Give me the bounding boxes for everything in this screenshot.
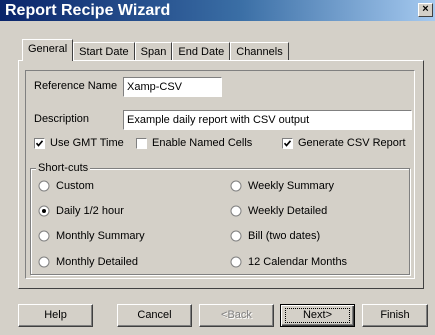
tab-channels[interactable]: Channels (230, 42, 289, 61)
radio-label: 12 Calendar Months (248, 256, 348, 268)
radio-unselected-icon (38, 230, 50, 242)
radio-monthly-summary[interactable]: Monthly Summary (38, 230, 145, 242)
button-label: Cancel (137, 309, 172, 321)
button-label: Next> (302, 309, 333, 321)
reference-name-input[interactable] (124, 78, 221, 96)
next-button[interactable]: Next> (280, 304, 355, 327)
tab-label: End Date (178, 46, 225, 58)
radio-selected-icon (38, 205, 50, 217)
help-button[interactable]: Help (18, 304, 93, 327)
check-icon (283, 139, 292, 147)
radio-daily-half-hour[interactable]: Daily 1/2 hour (38, 205, 124, 217)
radio-unselected-icon (38, 256, 50, 268)
close-icon: × (422, 3, 429, 15)
enable-named-cells-checkbox[interactable]: Enable Named Cells (136, 137, 252, 149)
tab-end-date[interactable]: End Date (172, 42, 231, 61)
generate-csv-checkbox[interactable]: Generate CSV Report (282, 137, 406, 149)
radio-unselected-icon (230, 230, 242, 242)
checkbox-box[interactable] (136, 137, 147, 149)
use-gmt-label: Use GMT Time (50, 137, 124, 149)
button-label: Help (44, 309, 67, 321)
check-icon (35, 139, 44, 147)
tab-label: Start Date (79, 46, 129, 58)
tab-strip: General Start Date Span End Date Channel… (22, 39, 289, 61)
radio-label: Weekly Detailed (248, 205, 328, 217)
radio-weekly-summary[interactable]: Weekly Summary (230, 180, 334, 192)
title-bar[interactable]: Report Recipe Wizard × (0, 0, 435, 21)
radio-custom[interactable]: Custom (38, 180, 94, 192)
reference-name-label: Reference Name (34, 80, 118, 92)
radio-unselected-icon (230, 256, 242, 268)
tab-general[interactable]: General (22, 39, 74, 61)
reference-name-field[interactable] (123, 77, 222, 97)
radio-unselected-icon (230, 205, 242, 217)
radio-label: Monthly Summary (56, 230, 145, 242)
use-gmt-checkbox[interactable]: Use GMT Time (34, 137, 124, 149)
radio-label: Monthly Detailed (56, 256, 138, 268)
tab-start-date[interactable]: Start Date (73, 42, 135, 61)
tab-label: General (28, 43, 68, 55)
window-title: Report Recipe Wizard (5, 2, 171, 19)
radio-monthly-detailed[interactable]: Monthly Detailed (38, 256, 138, 268)
finish-button[interactable]: Finish (362, 304, 428, 327)
checkbox-box[interactable] (282, 137, 293, 149)
radio-unselected-icon (230, 180, 242, 192)
enable-named-cells-label: Enable Named Cells (152, 137, 253, 149)
radio-unselected-icon (38, 180, 50, 192)
tab-label: Span (140, 46, 167, 58)
radio-label: Daily 1/2 hour (56, 205, 124, 217)
radio-label: Bill (two dates) (248, 230, 321, 242)
wizard-window: Report Recipe Wizard × General Start Dat… (0, 0, 435, 335)
close-button[interactable]: × (418, 3, 433, 17)
shortcuts-legend: Short-cuts (36, 162, 91, 175)
description-input[interactable] (124, 111, 411, 129)
checkbox-box[interactable] (34, 137, 45, 149)
radio-bill-two-dates[interactable]: Bill (two dates) (230, 230, 320, 242)
back-button[interactable]: <Back (199, 304, 274, 327)
button-label: <Back (221, 309, 252, 321)
radio-12-calendar-months[interactable]: 12 Calendar Months (230, 256, 347, 268)
tab-span[interactable]: Span (134, 42, 173, 61)
radio-label: Custom (56, 180, 94, 192)
radio-label: Weekly Summary (248, 180, 334, 192)
button-label: Finish (380, 309, 410, 321)
generate-csv-label: Generate CSV Report (298, 137, 406, 149)
description-field[interactable] (123, 110, 412, 130)
cancel-button[interactable]: Cancel (117, 304, 192, 327)
description-label: Description (34, 113, 90, 125)
tab-label: Channels (236, 46, 283, 58)
radio-weekly-detailed[interactable]: Weekly Detailed (230, 205, 327, 217)
